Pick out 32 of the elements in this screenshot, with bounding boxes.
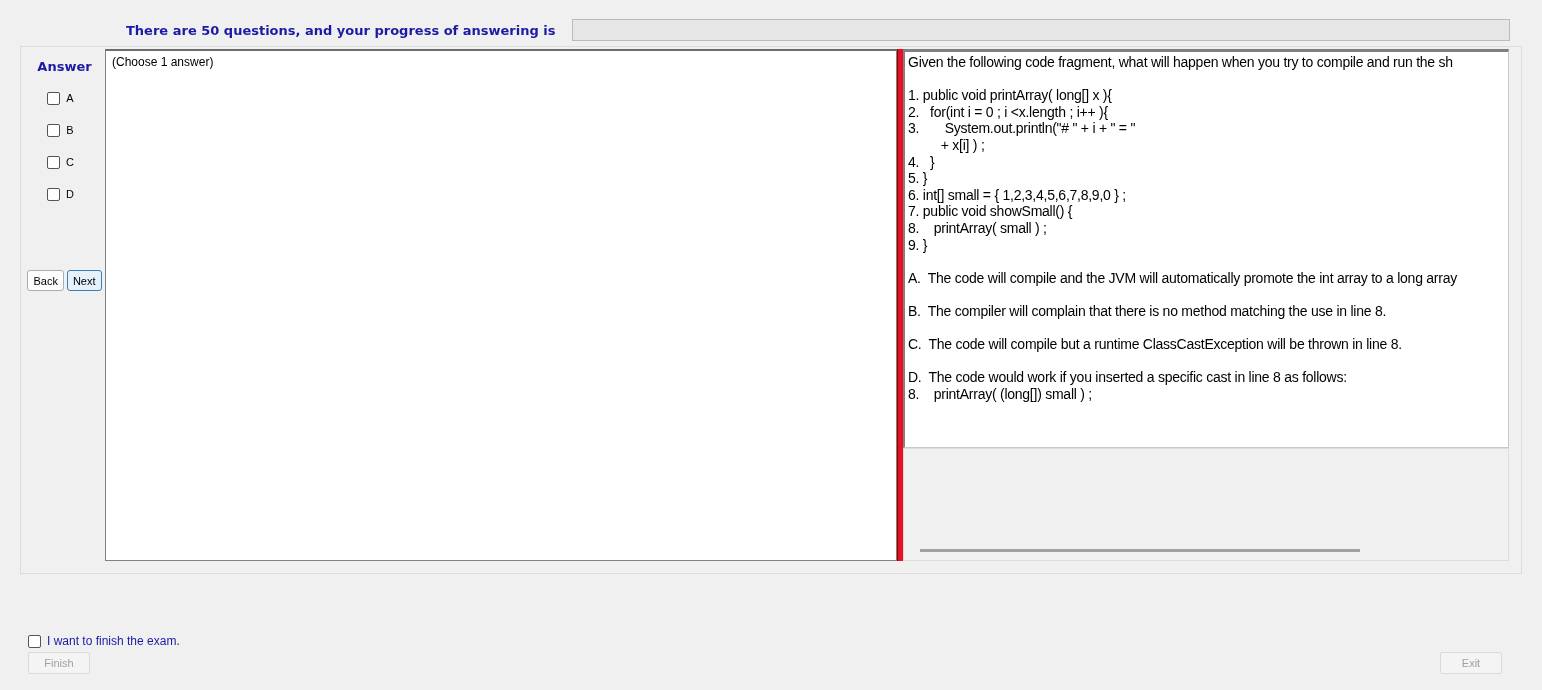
code-line: 5. } bbox=[908, 170, 929, 187]
code-line: 7. public void showSmall() { bbox=[908, 203, 1074, 220]
finish-label: I want to finish the exam. bbox=[47, 634, 180, 648]
answer-checkbox[interactable] bbox=[47, 155, 60, 169]
question-text: Given the following code fragment, what will happen when you try to compile and run the sh bbox=[908, 54, 1454, 71]
code-line: 9. } bbox=[908, 236, 929, 254]
code-line: + x[i] ) ; bbox=[939, 136, 986, 154]
option-label: A bbox=[66, 92, 74, 104]
code-line: 4. } bbox=[908, 153, 936, 171]
answer-checkbox[interactable] bbox=[47, 91, 61, 105]
scrollbar-thumb[interactable] bbox=[920, 549, 1360, 552]
option-label: C bbox=[66, 156, 74, 168]
option-text: C. The code will compile but a runtime ClassCastException will be thrown in line 8. bbox=[908, 336, 1403, 353]
code-line: 1. public void printArray( long[] x ){ bbox=[908, 87, 1113, 104]
answer-checkbox[interactable] bbox=[47, 123, 61, 137]
back-button[interactable]: Back bbox=[27, 270, 64, 291]
code-line: 6. int[] small = { 1,2,3,4,5,6,7,8,9,0 } ; bbox=[908, 186, 1127, 204]
code-line: 3. System.out.println("# " + i + " = " bbox=[908, 120, 1137, 137]
answer-field[interactable]: (Choose 1 answer) bbox=[105, 49, 897, 561]
finish-checkbox[interactable] bbox=[28, 634, 41, 648]
option-label: D bbox=[66, 188, 74, 200]
option-label: B bbox=[66, 124, 74, 136]
option-text: D. The code would work if you inserted a specific cast in line 8 as follows: bbox=[908, 369, 1348, 386]
next-button[interactable]: Next bbox=[66, 270, 102, 291]
code-line: 8. printArray( small ) ; bbox=[908, 219, 1048, 237]
progress-caption: There are 50 questions, and your progress of answering is bbox=[126, 22, 556, 38]
option-text: B. The compiler will complain that there is no method matching the use in line 8. bbox=[908, 302, 1388, 320]
option-text: A. The code will compile and the JVM will automatically promote the int array to a long array bbox=[908, 269, 1458, 287]
code-line: 2. for(int i = 0 ; i <x.length ; i++ ){ bbox=[908, 103, 1109, 121]
answer-checkbox[interactable] bbox=[47, 187, 60, 201]
option-text: 8. printArray( (long[]) small ) ; bbox=[908, 385, 1093, 403]
answer-title: Answer bbox=[37, 59, 92, 74]
